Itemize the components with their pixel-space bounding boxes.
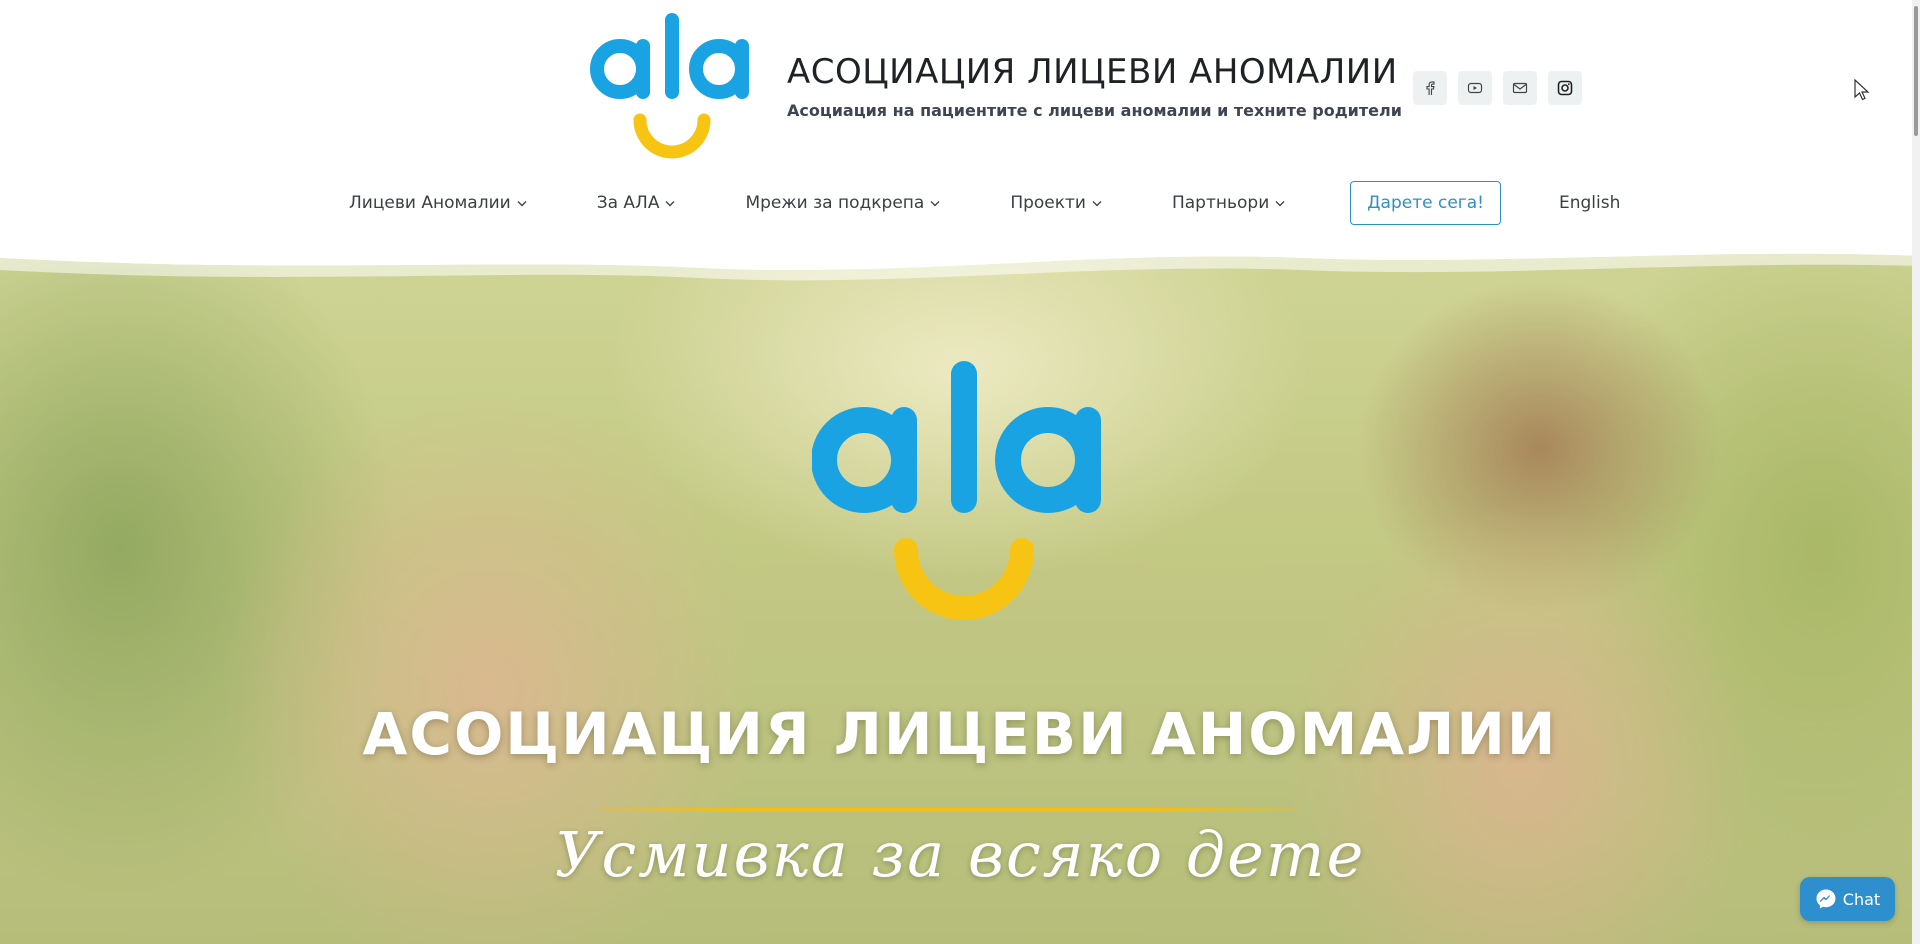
nav-item-label: Проекти [1010, 193, 1086, 213]
hero-wave-divider [0, 248, 1920, 281]
youtube-link[interactable] [1458, 71, 1492, 105]
hero-title: АСОЦИАЦИЯ ЛИЦЕВИ АНОМАЛИИ [362, 700, 1558, 768]
chevron-down-icon [930, 200, 940, 206]
nav-item-label: Лицеви Аномалии [349, 193, 511, 213]
site-title: АСОЦИАЦИЯ ЛИЦЕВИ АНОМАЛИИ [787, 52, 1398, 92]
facebook-icon [1426, 81, 1435, 95]
hero-divider-line [598, 808, 1298, 812]
nav-projects[interactable]: Проекти [1010, 193, 1102, 213]
nav-item-label: За АЛА [596, 193, 660, 213]
messenger-chat-button[interactable]: Chat [1800, 877, 1895, 921]
mail-link[interactable] [1503, 71, 1537, 105]
youtube-icon [1467, 82, 1483, 94]
facebook-link[interactable] [1413, 71, 1447, 105]
language-switch-link[interactable]: English [1559, 193, 1620, 213]
instagram-link[interactable] [1548, 71, 1582, 105]
nav-item-label: Мрежи за подкрепа [745, 193, 925, 213]
site-subtitle: Асоциация на пациентите с лицеви аномали… [787, 101, 1402, 120]
messenger-icon [1816, 889, 1836, 909]
page-scrollbar-thumb[interactable] [1914, 6, 1918, 136]
nav-partners[interactable]: Партньори [1172, 193, 1285, 213]
chevron-down-icon [1092, 200, 1102, 206]
donate-button[interactable]: Дарете сега! [1350, 181, 1501, 225]
hero-ala-logo [812, 361, 1101, 620]
nav-facial-anomalies[interactable]: Лицеви Аномалии [349, 193, 527, 213]
chevron-down-icon [1275, 200, 1285, 206]
instagram-icon [1557, 80, 1573, 96]
site-header: АСОЦИАЦИЯ ЛИЦЕВИ АНОМАЛИИ Асоциация на п… [0, 0, 1920, 160]
chevron-down-icon [517, 200, 527, 206]
mail-icon [1512, 82, 1528, 94]
page-scrollbar-track[interactable] [1912, 0, 1920, 944]
nav-support-networks[interactable]: Мрежи за подкрепа [745, 193, 940, 213]
chat-label: Chat [1842, 889, 1881, 909]
hero-tagline: Усмивка за всяко дете [554, 818, 1366, 891]
nav-item-label: Партньори [1171, 193, 1270, 213]
ala-logo[interactable] [590, 12, 754, 162]
chevron-down-icon [665, 200, 675, 206]
social-links [1413, 71, 1582, 105]
mouse-cursor-icon [1854, 79, 1870, 101]
main-navigation: Лицеви Аномалии За АЛА Мрежи за подкрепа… [349, 180, 1620, 226]
nav-about-ala[interactable]: За АЛА [597, 193, 676, 213]
